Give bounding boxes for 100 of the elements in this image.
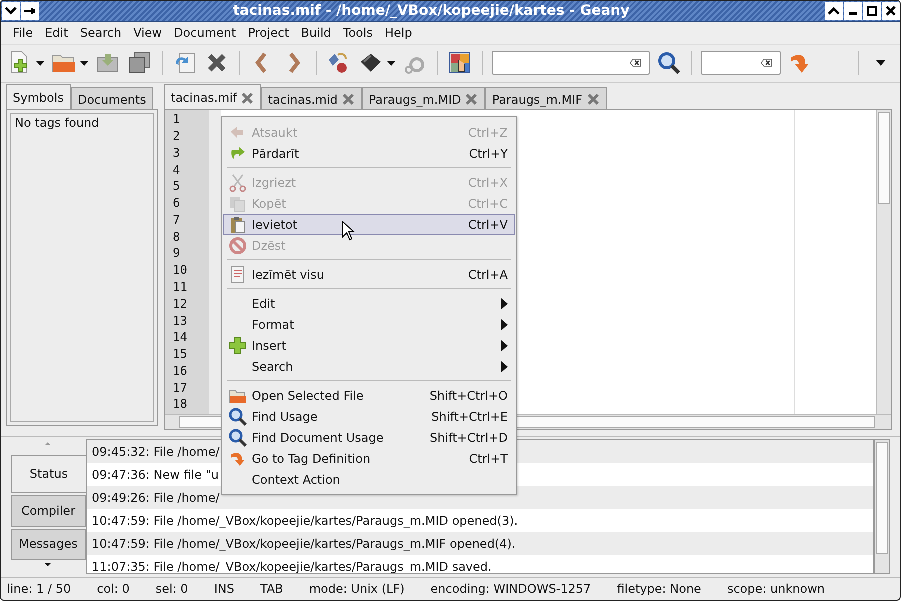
dropdown-arrow-icon[interactable]	[80, 60, 89, 66]
line-number: 9	[172, 246, 182, 262]
menu-item[interactable]: Insert	[223, 335, 515, 356]
maximize-button[interactable]	[863, 2, 881, 20]
status-field: INS	[214, 582, 234, 596]
menu-item[interactable]: Tools	[337, 26, 379, 40]
log-entry: 10:47:59: File /home/_VBox/kopeejie/kartes/Paraugs_m.MIF opened(4).	[92, 536, 516, 551]
caret-up-icon	[828, 6, 840, 15]
line-number: 6	[172, 196, 182, 212]
message-tab[interactable]: Compiler	[11, 494, 86, 527]
line-number: 7	[172, 212, 182, 229]
search-icon[interactable]	[656, 50, 682, 76]
line-number: 10	[172, 263, 188, 280]
line-number: 12	[172, 296, 188, 313]
status-field: col: 0	[97, 582, 130, 596]
dropdown-arrow-icon[interactable]	[36, 60, 45, 66]
line-number: 11	[172, 280, 188, 296]
sidebar-tab[interactable]: Documents	[70, 87, 154, 110]
menu-item[interactable]: Find Usage Shift+Ctrl+E	[223, 406, 515, 427]
menu-item[interactable]: View	[128, 26, 168, 40]
overflow-arrow-icon[interactable]	[876, 60, 886, 66]
search-field[interactable]	[492, 51, 650, 76]
menu-item[interactable]: Search	[223, 356, 515, 377]
line-number: 4	[172, 162, 182, 179]
submenu-arrow-icon	[501, 298, 508, 310]
vertical-scrollbar[interactable]	[874, 439, 890, 574]
line-number: 8	[172, 230, 182, 246]
vertical-scrollbar[interactable]	[876, 110, 891, 414]
tab-close-icon[interactable]	[342, 93, 355, 106]
line-number: 13	[172, 314, 188, 330]
minimize-icon	[849, 12, 857, 16]
line-number: 18	[172, 397, 188, 414]
menu-item[interactable]: Edit	[39, 26, 74, 40]
menu-item[interactable]: Edit	[223, 293, 515, 314]
maximize-icon	[867, 6, 877, 16]
tab-close-icon[interactable]	[586, 93, 600, 106]
status-field: line: 1 / 50	[7, 582, 72, 596]
empty-tags-text: No tags found	[15, 116, 100, 130]
submenu-arrow-icon	[501, 360, 508, 372]
line-number-field[interactable]	[701, 51, 781, 76]
file-tab[interactable]: tacinas.mid	[261, 87, 362, 110]
menu-item[interactable]: Find Document Usage Shift+Ctrl+D	[223, 427, 515, 448]
search-icon	[228, 428, 248, 448]
shade-button[interactable]	[825, 2, 843, 20]
menu-item[interactable]: Ievietot Ctrl+V	[223, 214, 515, 235]
menu-item[interactable]: Open Selected File Shift+Ctrl+O	[223, 385, 515, 406]
tab-close-icon[interactable]	[465, 93, 478, 106]
caret-down-icon	[5, 6, 17, 15]
file-tab[interactable]: Paraugs_m.MIF	[485, 87, 606, 110]
file-tab[interactable]: Paraugs_m.MID	[362, 87, 486, 110]
menu-item[interactable]: Go to Tag Definition Ctrl+T	[223, 448, 515, 469]
tab-close-icon[interactable]	[241, 92, 254, 105]
pin-icon	[24, 6, 36, 15]
log-entry: 09:49:26: File /home/	[92, 490, 220, 505]
status-field: TAB	[260, 582, 284, 596]
status-field: sel: 0	[156, 582, 188, 596]
status-field: scope: unknown	[727, 582, 826, 596]
line-number: 5	[172, 179, 182, 196]
search-icon	[228, 406, 248, 426]
message-tab[interactable]: Status	[11, 455, 86, 493]
no-entry-icon	[228, 236, 248, 256]
line-number: 16	[172, 364, 188, 380]
status-field: filetype: None	[617, 582, 702, 596]
status-field: mode: Unix (LF)	[309, 582, 405, 596]
dropdown-arrow-icon[interactable]	[387, 60, 396, 66]
color-chooser-icon[interactable]	[447, 50, 473, 76]
line-number: 3	[172, 146, 182, 162]
message-tab[interactable]: Messages	[11, 528, 86, 560]
line-number: 2	[172, 128, 182, 145]
menu-item[interactable]: Document	[168, 26, 242, 40]
clipboard-icon	[228, 214, 248, 234]
menu-item[interactable]: Iezīmēt visu Ctrl+A	[223, 264, 515, 285]
scissors-icon	[228, 172, 248, 192]
log-entry: 10:47:59: File /home/_VBox/kopeejie/kartes/Paraugs_m.MID opened(3).	[92, 514, 518, 528]
save-all-icon[interactable]	[127, 50, 153, 76]
log-entry: 11:07:35: File /home/_VBox/kopeejie/kartes/Paraugs_m.MID saved.	[92, 560, 492, 574]
menu-item[interactable]: Search	[74, 26, 128, 40]
file-tab[interactable]: tacinas.mif	[164, 84, 262, 110]
mouse-pointer-icon	[342, 221, 356, 241]
close-icon	[886, 6, 896, 16]
pin-button[interactable]	[21, 2, 39, 20]
submenu-arrow-icon	[501, 340, 508, 352]
menu-item[interactable]: Format	[223, 314, 515, 335]
menu-item[interactable]: Help	[378, 26, 418, 40]
minimize-button[interactable]	[844, 2, 862, 20]
menu-item[interactable]: Build	[295, 26, 338, 40]
submenu-arrow-icon	[501, 318, 508, 330]
log-entry: 09:45:32: File /home/	[92, 444, 220, 459]
close-button[interactable]	[882, 2, 900, 20]
menu-item[interactable]: Pārdarīt Ctrl+Y	[223, 143, 515, 164]
line-number: 14	[172, 330, 188, 346]
menu-item[interactable]: Project	[242, 26, 296, 40]
menu-item[interactable]: Context Action	[223, 469, 515, 490]
line-number: 17	[172, 380, 188, 397]
sidebar-tab[interactable]: Symbols	[6, 84, 71, 110]
line-number: 1	[172, 112, 182, 128]
line-number: 15	[172, 347, 188, 364]
window-menu-button[interactable]	[2, 2, 20, 20]
log-entry: 09:47:36: New file "u	[92, 468, 219, 482]
menu-item[interactable]: File	[7, 26, 40, 40]
